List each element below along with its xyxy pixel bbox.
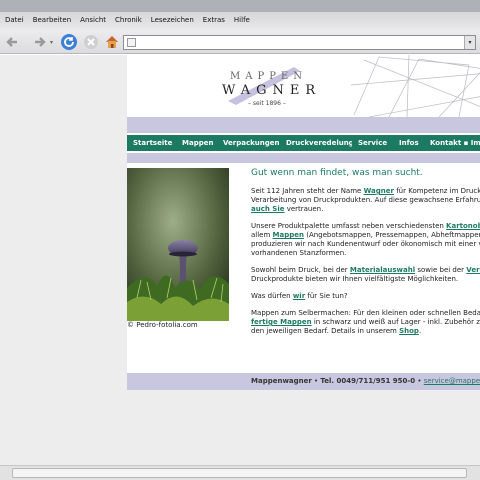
- intro-paragraph: Seit 112 Jahren steht der Name Wagner fü…: [251, 187, 480, 214]
- print-text-2: sowie bei der: [415, 266, 467, 274]
- products-paragraph: Unsere Produktpalette umfasst neben vers…: [251, 222, 480, 258]
- page-icon: [127, 38, 136, 47]
- logo-line1: MAPPEN: [230, 71, 307, 82]
- tab-kontakt-label: Kontakt: [430, 139, 462, 147]
- menu-hilfe[interactable]: Hilfe: [229, 12, 254, 24]
- print-text-3: Druckprodukte bieten wir Ihnen vielfälti…: [251, 275, 459, 283]
- header-band: [127, 117, 480, 133]
- menu-lesezeichen[interactable]: Lesezeichen: [146, 12, 198, 24]
- selfmade-text-4: .: [418, 327, 422, 335]
- back-icon[interactable]: [4, 33, 22, 51]
- link-wir[interactable]: wir: [293, 292, 305, 300]
- selfmade-paragraph: Mappen zum Selbermachen: Für den kleinen…: [251, 309, 480, 336]
- web-viewport: MAPPEN WAGNER – seit 1896 – Startseite M…: [0, 55, 480, 465]
- link-veredelung[interactable]: Veredelun: [466, 266, 480, 274]
- address-dropdown-icon[interactable]: ▾: [464, 36, 475, 49]
- mushroom-photo: [127, 168, 229, 321]
- menu-bar: Datei Bearbeiten Ansicht Chronik Lesezeichen…: [0, 0, 480, 30]
- products-text-3: (Angebotsmappen, Pressemappen, Abheftmap…: [306, 231, 480, 239]
- tab-infos[interactable]: Infos: [393, 135, 425, 151]
- stop-icon[interactable]: [82, 33, 100, 51]
- menu-chronik[interactable]: Chronik: [110, 12, 146, 24]
- tab-service[interactable]: Service: [352, 135, 394, 151]
- menu-extras[interactable]: Extras: [198, 12, 229, 24]
- page-headline: Gut wenn man findet, was man sucht.: [251, 168, 423, 178]
- logo-line3: – seit 1896 –: [248, 100, 286, 107]
- tab-kontakt[interactable]: Kontakt ▪ Imp: [424, 135, 480, 151]
- link-materialauswahl[interactable]: Materialauswahl: [350, 266, 415, 274]
- footer-sep-2: •: [415, 377, 424, 385]
- footer-email-link[interactable]: service@mappenwag: [424, 377, 480, 385]
- print-paragraph: Sowohl beim Druck, bei der Materialauswa…: [251, 266, 480, 284]
- products-text-5: vorhandenen Stanzformen.: [251, 249, 347, 257]
- site-footer: Mappenwagner • Tel. 0049/711/951 950-0 •…: [127, 373, 480, 390]
- selfmade-text-2: in schwarz und weiß auf Lager - inkl. Zu…: [313, 318, 480, 326]
- products-text-4: produzieren wir nach Kundenentwurf oder …: [251, 240, 480, 248]
- logo[interactable]: MAPPEN WAGNER – seit 1896 –: [222, 65, 332, 111]
- nav-band: [127, 153, 480, 163]
- tab-druckveredelung[interactable]: Druckveredelung: [280, 135, 360, 151]
- products-text-2: allem: [251, 231, 273, 239]
- main-nav: Startseite Mappen Verpackungen Druckvere…: [127, 133, 480, 153]
- link-auch-sie[interactable]: auch Sie: [251, 205, 284, 213]
- decorative-lines: [350, 55, 480, 117]
- intro-text-4: vertrauen.: [284, 205, 324, 213]
- link-mappen[interactable]: Mappen: [273, 231, 304, 239]
- link-wagner[interactable]: Wagner: [364, 187, 394, 195]
- link-kartonobjekte[interactable]: Kartonobjekte: [446, 222, 480, 230]
- menu-bearbeiten[interactable]: Bearbeiten: [28, 12, 75, 24]
- menu-datei[interactable]: Datei: [0, 12, 28, 24]
- products-text-1: Unsere Produktpalette umfasst neben vers…: [251, 222, 447, 230]
- footer-name: Mappenwagner: [251, 377, 312, 385]
- horizontal-scrollbar[interactable]: [0, 465, 480, 480]
- selfmade-text-1: Mappen zum Selbermachen: Für den kleinen…: [251, 309, 480, 317]
- reload-icon[interactable]: [60, 33, 78, 51]
- question-text-1: Was dürfen: [251, 292, 293, 300]
- tab-impressum-label: Imp: [470, 139, 480, 147]
- link-fertige-mappen[interactable]: fertige Mappen: [251, 318, 312, 326]
- web-page: MAPPEN WAGNER – seit 1896 – Startseite M…: [127, 55, 480, 390]
- logo-line2: WAGNER: [222, 83, 322, 98]
- print-text-1: Sowohl beim Druck, bei der: [251, 266, 350, 274]
- selfmade-text-3: den jeweiligen Bedarf. Details in unsere…: [251, 327, 400, 335]
- footer-phone: Tel. 0049/711/951 950-0: [320, 377, 416, 385]
- scrollbar-thumb[interactable]: [12, 468, 467, 478]
- navigation-toolbar: ▾ ▾: [0, 30, 480, 54]
- question-text-2: für Sie tun?: [305, 292, 348, 300]
- main-content: Gut wenn man findet, was man sucht. Seit…: [251, 168, 480, 344]
- intro-text-2: für Kompetenz im Druck und in: [396, 187, 480, 195]
- tab-mappen[interactable]: Mappen: [176, 135, 220, 151]
- menu-ansicht[interactable]: Ansicht: [75, 12, 110, 24]
- site-header: MAPPEN WAGNER – seit 1896 –: [127, 55, 480, 117]
- tab-startseite[interactable]: Startseite: [127, 135, 179, 151]
- address-bar[interactable]: ▾: [123, 35, 476, 50]
- question-paragraph: Was dürfen wir für Sie tun?: [251, 292, 480, 301]
- intro-text-1: Seit 112 Jahren steht der Name: [251, 187, 364, 195]
- intro-text-3: Verarbeitung von Druckprodukten. Auf die…: [251, 196, 480, 204]
- home-icon[interactable]: [103, 33, 121, 51]
- link-shop[interactable]: Shop: [399, 327, 419, 335]
- tab-verpackungen[interactable]: Verpackungen: [217, 135, 286, 151]
- history-dropdown-icon[interactable]: ▾: [50, 39, 53, 46]
- photo-credit: © Pedro-fotolia.com: [127, 321, 198, 329]
- forward-icon[interactable]: [31, 33, 49, 51]
